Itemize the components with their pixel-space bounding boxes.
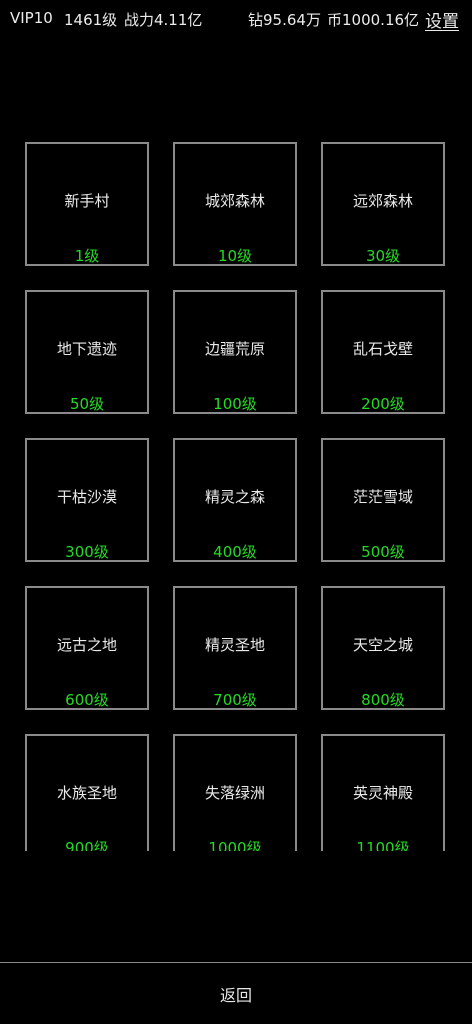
map-tile[interactable]: 边疆荒原 100级 [173,290,297,414]
map-name: 英灵神殿 [352,784,413,802]
map-name: 边疆荒原 [204,340,265,358]
map-required-level: 500级 [361,543,405,561]
map-tile[interactable]: 英灵神殿 1100级 [321,734,445,851]
map-required-level: 1000级 [208,839,262,851]
map-tile[interactable]: 干枯沙漠 300级 [25,438,149,562]
map-name: 远古之地 [56,636,117,654]
map-tile[interactable]: 精灵之森 400级 [173,438,297,562]
back-button[interactable]: 返回 [0,963,472,1024]
map-required-level: 200级 [361,395,405,413]
map-grid-viewport[interactable]: 新手村 1级 城郊森林 10级 远郊森林 30级地下遗迹 50级 边疆荒原 100级 乱石戈壁 20… [0,140,472,851]
diamond-balance: 钻95.64万 [248,11,321,29]
map-name: 新手村 [64,192,110,210]
map-name: 城郊森林 [204,192,265,210]
map-tile[interactable]: 地下遗迹 50级 [25,290,149,414]
vip-level: VIP10 [10,9,53,27]
map-name: 精灵之森 [204,488,265,506]
map-name: 天空之城 [352,636,413,654]
map-tile[interactable]: 乱石戈壁 200级 [321,290,445,414]
map-required-level: 800级 [361,691,405,709]
map-name: 失落绿洲 [204,784,265,802]
map-required-level: 400级 [213,543,257,561]
map-tile[interactable]: 水族圣地 900级 [25,734,149,851]
map-name: 远郊森林 [352,192,413,210]
map-required-level: 700级 [213,691,257,709]
map-name: 干枯沙漠 [56,488,117,506]
map-name: 精灵圣地 [204,636,265,654]
map-tile[interactable]: 失落绿洲 1000级 [173,734,297,851]
coin-balance: 币1000.16亿 [327,11,420,29]
map-name: 茫茫雪域 [352,488,413,506]
map-name: 水族圣地 [56,784,117,802]
map-required-level: 1级 [74,247,100,265]
map-required-level: 100级 [213,395,257,413]
map-name: 乱石戈壁 [352,340,413,358]
map-required-level: 30级 [365,247,401,265]
settings-button[interactable]: 设置 [425,7,459,32]
map-tile[interactable]: 城郊森林 10级 [173,142,297,266]
map-tile[interactable]: 茫茫雪域 500级 [321,438,445,562]
map-tile[interactable]: 远郊森林 30级 [321,142,445,266]
map-required-level: 50级 [69,395,105,413]
map-name: 地下遗迹 [56,340,117,358]
map-required-level: 300级 [65,543,109,561]
player-level: 1461级 [64,11,118,29]
map-required-level: 10级 [217,247,253,265]
map-required-level: 900级 [65,839,109,851]
map-tile[interactable]: 天空之城 800级 [321,586,445,710]
map-select-screen: VIP10 1461级 战力4.11亿 钻95.64万 币1000.16亿 设置… [0,0,472,1024]
map-tile[interactable]: 精灵圣地 700级 [173,586,297,710]
map-tile[interactable]: 新手村 1级 [25,142,149,266]
map-required-level: 600级 [65,691,109,709]
status-bar: VIP10 1461级 战力4.11亿 钻95.64万 币1000.16亿 设置 [0,0,472,38]
combat-power: 战力4.11亿 [124,11,203,29]
map-tile[interactable]: 远古之地 600级 [25,586,149,710]
map-required-level: 1100级 [356,839,410,851]
